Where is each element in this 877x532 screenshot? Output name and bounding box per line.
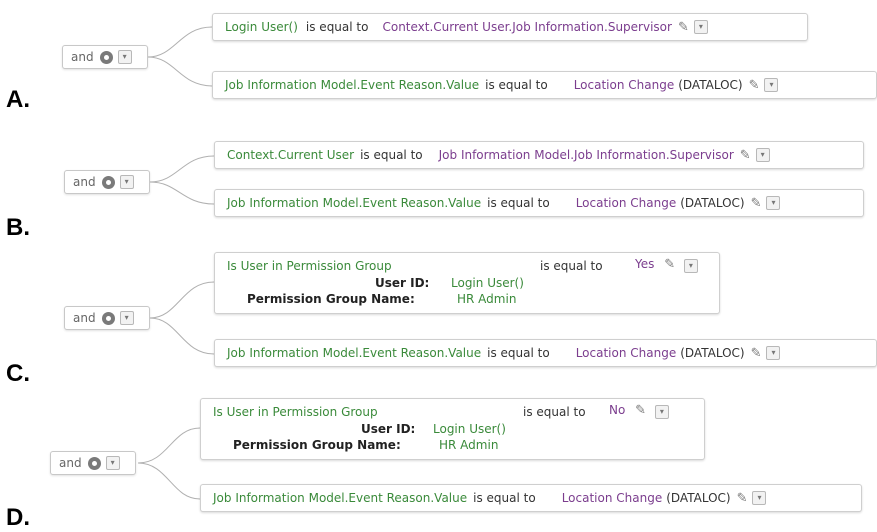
group-operator-label: and bbox=[73, 175, 96, 189]
option-letter-a: A. bbox=[6, 86, 30, 113]
condition-operator[interactable]: is equal to bbox=[473, 491, 536, 505]
condition-row[interactable]: Context.Current User is equal to Job Inf… bbox=[214, 141, 864, 169]
condition-row-with-params[interactable]: Is User in Permission Group is equal to … bbox=[214, 252, 720, 314]
gear-icon[interactable] bbox=[99, 50, 113, 64]
condition-operator[interactable]: is equal to bbox=[485, 78, 548, 92]
condition-right-expression[interactable]: Context.Current User.Job Information.Sup… bbox=[382, 20, 671, 34]
chevron-down-icon[interactable]: ▾ bbox=[766, 196, 781, 210]
pencil-icon[interactable]: ✎ bbox=[751, 346, 762, 361]
chevron-down-icon[interactable]: ▾ bbox=[654, 405, 669, 419]
gear-icon[interactable] bbox=[101, 175, 115, 189]
condition-header: Is User in Permission Group bbox=[227, 259, 392, 273]
param-label: Permission Group Name: bbox=[247, 292, 415, 306]
chevron-down-icon[interactable]: ▾ bbox=[119, 311, 134, 325]
condition-right-expression[interactable]: Job Information Model.Job Information.Su… bbox=[439, 148, 734, 162]
condition-right-expression[interactable]: Yes bbox=[635, 257, 654, 271]
condition-right-expression[interactable]: Location Change bbox=[576, 196, 677, 210]
group-operator-label: and bbox=[73, 311, 96, 325]
condition-operator[interactable]: is equal to bbox=[523, 405, 586, 419]
condition-left-expression[interactable]: Job Information Model.Event Reason.Value bbox=[227, 346, 481, 360]
param-value[interactable]: HR Admin bbox=[439, 438, 498, 452]
condition-right-code: (DATALOC) bbox=[680, 346, 745, 360]
condition-row[interactable]: Job Information Model.Event Reason.Value… bbox=[212, 71, 877, 99]
condition-row[interactable]: Job Information Model.Event Reason.Value… bbox=[200, 484, 862, 512]
condition-row[interactable]: Job Information Model.Event Reason.Value… bbox=[214, 189, 864, 217]
condition-right-code: (DATALOC) bbox=[678, 78, 743, 92]
condition-operator[interactable]: is equal to bbox=[306, 20, 369, 34]
option-letter-c: C. bbox=[6, 360, 30, 387]
and-group-button[interactable]: and ▾ bbox=[50, 451, 136, 475]
gear-icon[interactable] bbox=[101, 311, 115, 325]
condition-right-expression[interactable]: Location Change bbox=[562, 491, 663, 505]
condition-right-code: (DATALOC) bbox=[680, 196, 745, 210]
param-label: User ID: bbox=[361, 422, 416, 436]
condition-operator[interactable]: is equal to bbox=[360, 148, 423, 162]
chevron-down-icon[interactable]: ▾ bbox=[755, 148, 770, 162]
condition-value-group: No ✎ ▾ bbox=[609, 403, 669, 419]
option-letter-d: D. bbox=[6, 504, 30, 531]
chevron-down-icon[interactable]: ▾ bbox=[693, 20, 708, 34]
param-value[interactable]: HR Admin bbox=[457, 292, 516, 306]
condition-operator[interactable]: is equal to bbox=[487, 196, 550, 210]
condition-left-expression[interactable]: Is User in Permission Group bbox=[227, 259, 392, 273]
param-label: Permission Group Name: bbox=[233, 438, 401, 452]
pencil-icon[interactable]: ✎ bbox=[664, 257, 675, 272]
gear-icon[interactable] bbox=[87, 456, 101, 470]
chevron-down-icon[interactable]: ▾ bbox=[683, 259, 698, 273]
group-operator-label: and bbox=[59, 456, 82, 470]
chevron-down-icon[interactable]: ▾ bbox=[752, 491, 767, 505]
condition-right-expression[interactable]: Location Change bbox=[576, 346, 677, 360]
chevron-down-icon[interactable]: ▾ bbox=[105, 456, 120, 470]
condition-left-expression[interactable]: Job Information Model.Event Reason.Value bbox=[227, 196, 481, 210]
condition-operator[interactable]: is equal to bbox=[487, 346, 550, 360]
condition-header: Is User in Permission Group bbox=[213, 405, 378, 419]
and-group-button[interactable]: and ▾ bbox=[62, 45, 148, 69]
pencil-icon[interactable]: ✎ bbox=[740, 148, 751, 163]
param-value[interactable]: Login User() bbox=[451, 276, 524, 290]
and-group-button[interactable]: and ▾ bbox=[64, 306, 150, 330]
chevron-down-icon[interactable]: ▾ bbox=[766, 346, 781, 360]
pencil-icon[interactable]: ✎ bbox=[635, 403, 646, 418]
condition-left-expression[interactable]: Job Information Model.Event Reason.Value bbox=[225, 78, 479, 92]
pencil-icon[interactable]: ✎ bbox=[749, 78, 760, 93]
group-operator-label: and bbox=[71, 50, 94, 64]
condition-left-expression[interactable]: Context.Current User bbox=[227, 148, 354, 162]
condition-right-code: (DATALOC) bbox=[666, 491, 731, 505]
condition-right-expression[interactable]: No bbox=[609, 403, 625, 417]
pencil-icon[interactable]: ✎ bbox=[737, 491, 748, 506]
condition-operator[interactable]: is equal to bbox=[540, 259, 603, 273]
param-value[interactable]: Login User() bbox=[433, 422, 506, 436]
chevron-down-icon[interactable]: ▾ bbox=[117, 50, 132, 64]
condition-right-expression[interactable]: Location Change bbox=[574, 78, 675, 92]
condition-row-with-params[interactable]: Is User in Permission Group is equal to … bbox=[200, 398, 705, 460]
condition-row[interactable]: Job Information Model.Event Reason.Value… bbox=[214, 339, 877, 367]
condition-left-expression[interactable]: Job Information Model.Event Reason.Value bbox=[213, 491, 467, 505]
pencil-icon[interactable]: ✎ bbox=[751, 196, 762, 211]
condition-left-expression[interactable]: Login User() bbox=[225, 20, 298, 34]
condition-left-expression[interactable]: Is User in Permission Group bbox=[213, 405, 378, 419]
condition-row[interactable]: Login User() is equal to Context.Current… bbox=[212, 13, 808, 41]
option-letter-b: B. bbox=[6, 214, 30, 241]
and-group-button[interactable]: and ▾ bbox=[64, 170, 150, 194]
chevron-down-icon[interactable]: ▾ bbox=[119, 175, 134, 189]
pencil-icon[interactable]: ✎ bbox=[678, 20, 689, 35]
param-label: User ID: bbox=[375, 276, 430, 290]
chevron-down-icon[interactable]: ▾ bbox=[764, 78, 779, 92]
condition-value-group: Yes ✎ ▾ bbox=[635, 257, 698, 273]
